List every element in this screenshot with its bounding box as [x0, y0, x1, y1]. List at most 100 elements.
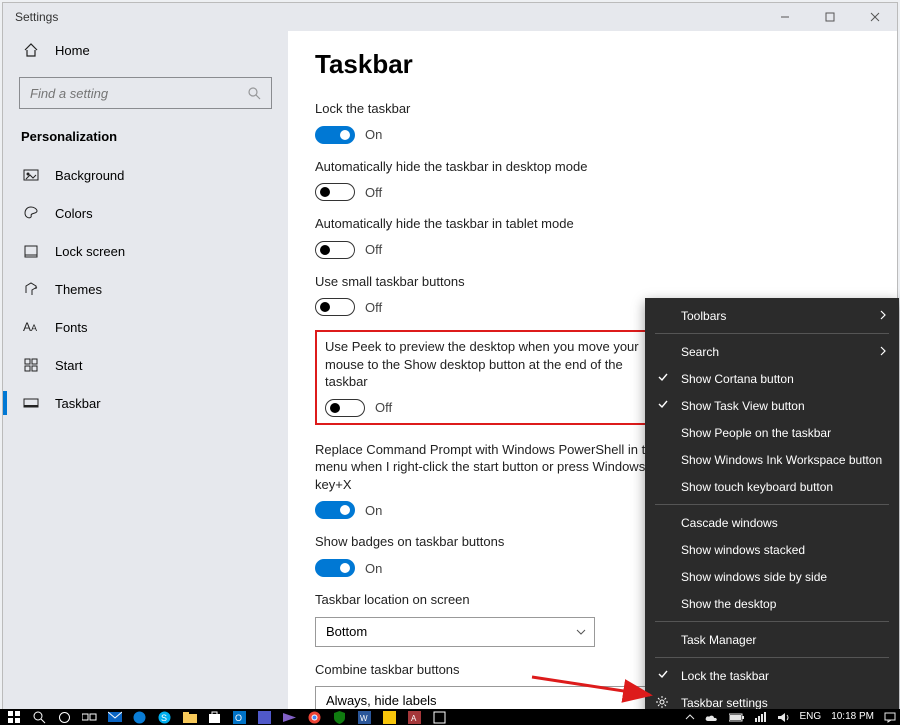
setting-label: Show badges on taskbar buttons: [315, 533, 675, 551]
home-label: Home: [55, 43, 90, 58]
svg-text:A: A: [411, 714, 417, 723]
sidebar-item-background[interactable]: Background: [3, 156, 288, 194]
sidebar-item-label: Start: [55, 358, 82, 373]
svg-text:S: S: [161, 713, 167, 723]
sidebar-item-themes[interactable]: Themes: [3, 270, 288, 308]
ctx-taskview[interactable]: Show Task View button: [645, 392, 899, 419]
setting-label: Automatically hide the taskbar in deskto…: [315, 158, 675, 176]
badges-toggle[interactable]: [315, 559, 355, 577]
tray-clock[interactable]: 10:18 PM: [831, 710, 874, 724]
ctx-toolbars[interactable]: Toolbars: [645, 302, 899, 329]
setting-lock-taskbar: Lock the taskbar On: [315, 100, 871, 144]
tray-notifications-icon[interactable]: [884, 712, 896, 723]
lock-taskbar-toggle[interactable]: [315, 126, 355, 144]
taskbar-apps: S O W A: [6, 709, 448, 725]
ctx-showdesktop[interactable]: Show the desktop: [645, 590, 899, 617]
sidebar-item-colors[interactable]: Colors: [3, 194, 288, 232]
svg-text:O: O: [235, 713, 242, 723]
ctx-sidebyside[interactable]: Show windows side by side: [645, 563, 899, 590]
sidebar-item-taskbar[interactable]: Taskbar: [3, 384, 288, 422]
annotation-highlight: Use Peek to preview the desktop when you…: [315, 330, 675, 425]
ctx-stacked[interactable]: Show windows stacked: [645, 536, 899, 563]
sidebar-item-lockscreen[interactable]: Lock screen: [3, 232, 288, 270]
search-icon[interactable]: [31, 710, 48, 724]
ctx-label: Cascade windows: [681, 516, 778, 530]
separator: [655, 333, 889, 334]
dropdown-value: Bottom: [326, 624, 367, 639]
system-tray[interactable]: ENG 10:18 PM: [685, 709, 896, 725]
minimize-button[interactable]: [762, 3, 807, 31]
section-heading: Personalization: [3, 121, 288, 156]
ctx-lock-taskbar[interactable]: Lock the taskbar: [645, 662, 899, 689]
svg-text:W: W: [360, 714, 368, 723]
app-security-icon[interactable]: [331, 710, 348, 724]
ctx-label: Toolbars: [681, 309, 726, 323]
maximize-button[interactable]: [807, 3, 852, 31]
powershell-toggle[interactable]: [315, 501, 355, 519]
tray-volume-icon[interactable]: [777, 712, 790, 723]
app-access-icon[interactable]: A: [406, 710, 423, 724]
app-word-icon[interactable]: W: [356, 710, 373, 724]
ctx-label: Taskbar settings: [681, 696, 768, 710]
app-potplayer-icon[interactable]: [381, 710, 398, 724]
taskbar-location-dropdown[interactable]: Bottom: [315, 617, 595, 647]
check-icon: [657, 398, 669, 410]
setting-autohide-tablet: Automatically hide the taskbar in tablet…: [315, 215, 871, 259]
setting-label: Replace Command Prompt with Windows Powe…: [315, 441, 675, 494]
autohide-desktop-toggle[interactable]: [315, 183, 355, 201]
app-explorer-icon[interactable]: [181, 710, 198, 724]
ctx-label: Search: [681, 345, 719, 359]
taskview-icon[interactable]: [81, 710, 98, 724]
dropdown-value: Always, hide labels: [326, 693, 437, 708]
setting-peek: Use Peek to preview the desktop when you…: [325, 338, 665, 417]
ctx-keyboard[interactable]: Show touch keyboard button: [645, 473, 899, 500]
ctx-taskmanager[interactable]: Task Manager: [645, 626, 899, 653]
app-vs-icon[interactable]: [281, 710, 298, 724]
ctx-label: Show windows side by side: [681, 570, 827, 584]
home-icon: [23, 42, 39, 58]
search-input-container[interactable]: [19, 77, 272, 109]
home-nav-item[interactable]: Home: [3, 31, 288, 69]
app-skype-icon[interactable]: S: [156, 710, 173, 724]
page-title: Taskbar: [315, 49, 871, 80]
toggle-state-text: Off: [365, 185, 382, 200]
start-button-icon[interactable]: [6, 710, 23, 724]
ctx-people[interactable]: Show People on the taskbar: [645, 419, 899, 446]
ctx-cascade[interactable]: Cascade windows: [645, 509, 899, 536]
ctx-label: Show Windows Ink Workspace button: [681, 453, 882, 467]
tray-language[interactable]: ENG: [800, 710, 822, 724]
app-generic-icon[interactable]: [431, 710, 448, 724]
titlebar[interactable]: Settings: [3, 3, 897, 31]
taskbar[interactable]: S O W A ENG 10:18 PM: [0, 709, 900, 725]
close-button[interactable]: [852, 3, 897, 31]
search-input[interactable]: [30, 86, 247, 101]
tray-network-icon[interactable]: [755, 712, 767, 722]
ctx-cortana[interactable]: Show Cortana button: [645, 365, 899, 392]
ctx-ink[interactable]: Show Windows Ink Workspace button: [645, 446, 899, 473]
setting-label: Taskbar location on screen: [315, 591, 675, 609]
app-teams-icon[interactable]: [256, 710, 273, 724]
peek-toggle[interactable]: [325, 399, 365, 417]
fonts-icon: AA: [23, 319, 39, 335]
tray-chevron-up-icon[interactable]: [685, 713, 695, 721]
autohide-tablet-toggle[interactable]: [315, 241, 355, 259]
sidebar-item-fonts[interactable]: AA Fonts: [3, 308, 288, 346]
app-mail-icon[interactable]: [106, 710, 123, 724]
sidebar-item-label: Lock screen: [55, 244, 125, 259]
ctx-search[interactable]: Search: [645, 338, 899, 365]
app-edge-icon[interactable]: [131, 710, 148, 724]
separator: [655, 621, 889, 622]
sidebar-item-start[interactable]: Start: [3, 346, 288, 384]
app-store-icon[interactable]: [206, 710, 223, 724]
small-buttons-toggle[interactable]: [315, 298, 355, 316]
setting-label: Combine taskbar buttons: [315, 661, 675, 679]
app-outlook-icon[interactable]: O: [231, 710, 248, 724]
setting-autohide-desktop: Automatically hide the taskbar in deskto…: [315, 158, 871, 202]
app-chrome-icon[interactable]: [306, 710, 323, 724]
tray-battery-icon[interactable]: [729, 713, 745, 722]
tray-onedrive-icon[interactable]: [705, 713, 719, 722]
cortana-icon[interactable]: [56, 710, 73, 724]
gear-icon: [655, 695, 669, 709]
ctx-label: Task Manager: [681, 633, 756, 647]
start-icon: [23, 357, 39, 373]
